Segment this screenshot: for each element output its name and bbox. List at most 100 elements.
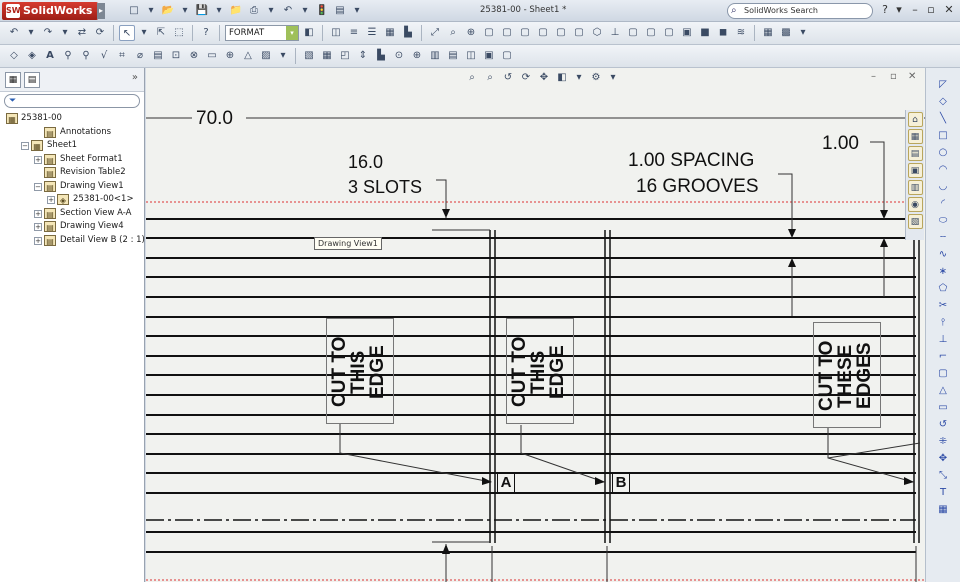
color-display-icon[interactable]: ▙ bbox=[400, 25, 416, 41]
tree-item[interactable]: − ▦ Sheet1 bbox=[0, 139, 144, 153]
weld-symbol-icon[interactable]: ⌗ bbox=[114, 48, 130, 64]
expand-icon[interactable]: + bbox=[47, 196, 55, 204]
tangent-arc-icon[interactable]: ◡ bbox=[936, 180, 950, 194]
print-icon[interactable]: ⎙ bbox=[246, 3, 262, 19]
view-right-icon[interactable]: ▢ bbox=[535, 25, 551, 41]
rebuild-icon[interactable]: 🚦 bbox=[314, 3, 330, 19]
dropdown-icon[interactable]: ▾ bbox=[796, 25, 810, 41]
smart-dimension-icon[interactable]: ⤢ bbox=[427, 25, 443, 41]
restore-icon[interactable]: ▫ bbox=[924, 3, 938, 16]
display-hidden-icon[interactable]: ▣ bbox=[679, 25, 695, 41]
table-icon[interactable]: ▦ bbox=[760, 25, 776, 41]
pattern-icon[interactable]: ⁜ bbox=[936, 435, 950, 449]
display-shaded-icon[interactable]: ■ bbox=[697, 25, 713, 41]
display-relations-icon[interactable]: ▭ bbox=[936, 401, 950, 415]
dropdown-icon[interactable]: ▾ bbox=[137, 25, 151, 41]
section-view-icon[interactable]: ⇕ bbox=[355, 48, 371, 64]
new-document-icon[interactable]: □ bbox=[126, 3, 142, 19]
dim-spacing[interactable]: 1.00 SPACING bbox=[628, 150, 754, 172]
broken-view-icon[interactable]: ▥ bbox=[427, 48, 443, 64]
tree-item[interactable]: ▤ Annotations bbox=[0, 126, 144, 140]
three-point-arc-icon[interactable]: ◜ bbox=[936, 197, 950, 211]
expand-icon[interactable]: + bbox=[34, 155, 42, 164]
datum-target-icon[interactable]: ⊗ bbox=[186, 48, 202, 64]
undo-icon[interactable]: ↶ bbox=[6, 25, 22, 41]
add-relation-icon[interactable]: △ bbox=[936, 384, 950, 398]
dropdown-icon[interactable]: ▾ bbox=[24, 25, 38, 41]
view-normal-icon[interactable]: ⊥ bbox=[607, 25, 623, 41]
expand-panel-icon[interactable]: » bbox=[132, 72, 138, 83]
drawing-canvas[interactable]: ⌕ ⌕ ↺ ⟳ ✥ ◧ ▾ ⚙ ▾ – ▫ ✕ 70.0 16.0 3 SLOT… bbox=[146, 68, 925, 582]
help-icon[interactable]: ? bbox=[878, 3, 892, 16]
dropdown-icon[interactable]: ▾ bbox=[144, 3, 158, 19]
open-file-icon[interactable]: 📁 bbox=[228, 3, 244, 19]
dropdown-icon[interactable]: ▾ bbox=[298, 3, 312, 19]
balloon-icon[interactable]: ⚲ bbox=[60, 48, 76, 64]
dim-right-1[interactable]: 1.00 bbox=[822, 133, 859, 155]
select-other-icon[interactable]: ⇱ bbox=[153, 25, 169, 41]
view-dimetric-icon[interactable]: ▢ bbox=[643, 25, 659, 41]
dropdown-icon[interactable]: ▾ bbox=[276, 48, 290, 64]
dim-grooves[interactable]: 16 GROOVES bbox=[636, 176, 759, 198]
block-insert-icon[interactable]: ▦ bbox=[936, 503, 950, 517]
menu-arrow-icon[interactable]: ▸ bbox=[97, 3, 105, 19]
minimize-icon[interactable]: – bbox=[908, 3, 922, 16]
repair-sketch-icon[interactable]: ↺ bbox=[936, 418, 950, 432]
mirror-icon[interactable]: ⊥ bbox=[936, 333, 950, 347]
view-back-icon[interactable]: ▢ bbox=[499, 25, 515, 41]
polygon-icon[interactable]: ⬠ bbox=[936, 282, 950, 296]
detail-view-icon[interactable]: ⊙ bbox=[391, 48, 407, 64]
offset-icon[interactable]: ⫯ bbox=[936, 316, 950, 330]
centerline-icon[interactable]: ┄ bbox=[936, 231, 950, 245]
options-icon[interactable]: ▤ bbox=[332, 3, 348, 19]
tree-item[interactable]: + ▤ Detail View B (2 : 1) bbox=[0, 234, 145, 248]
expand-icon[interactable]: + bbox=[34, 223, 42, 231]
alternate-position-icon[interactable]: ◫ bbox=[463, 48, 479, 64]
cut-note-1[interactable]: CUT TO THIS EDGE bbox=[326, 318, 394, 424]
dim-slots-16[interactable]: 16.0 bbox=[348, 152, 383, 173]
box-select-icon[interactable]: ⬚ bbox=[171, 25, 187, 41]
tree-item[interactable]: + ▤ Sheet Format1 bbox=[0, 153, 144, 167]
tree-root[interactable]: ▦ 25381-00 bbox=[0, 112, 144, 126]
zoom-fit-icon[interactable]: ⌕ bbox=[445, 25, 461, 41]
predefined-view-icon[interactable]: ▣ bbox=[481, 48, 497, 64]
hole-callout-icon[interactable]: ⌀ bbox=[132, 48, 148, 64]
tree-item[interactable]: + ▤ Drawing View4 bbox=[0, 220, 144, 234]
fillet-icon[interactable]: ⌐ bbox=[936, 350, 950, 364]
format-dropdown-icon[interactable]: ▾ bbox=[286, 26, 298, 40]
projected-view-icon[interactable]: ▦ bbox=[319, 48, 335, 64]
tree-item[interactable]: + ▤ Section View A-A bbox=[0, 207, 144, 221]
close-icon[interactable]: ✕ bbox=[942, 3, 956, 16]
surface-finish-icon[interactable]: √ bbox=[96, 48, 112, 64]
home-icon[interactable]: ⌂ bbox=[907, 112, 923, 127]
solidworks-menu-button[interactable]: SW SolidWorks bbox=[2, 2, 99, 20]
help-dropdown-icon[interactable]: ▾ bbox=[892, 3, 906, 16]
block-icon[interactable]: ▭ bbox=[204, 48, 220, 64]
smart-dimension-icon[interactable]: ◇ bbox=[6, 48, 22, 64]
undo-icon[interactable]: ↶ bbox=[280, 3, 296, 19]
file-explorer-icon[interactable]: ▣ bbox=[907, 163, 923, 178]
view-left-icon[interactable]: ▢ bbox=[517, 25, 533, 41]
datum-feature-icon[interactable]: ⊡ bbox=[168, 48, 184, 64]
view-top-icon[interactable]: ▢ bbox=[553, 25, 569, 41]
help-question-icon[interactable]: ? bbox=[198, 25, 214, 41]
point-icon[interactable]: ∗ bbox=[936, 265, 950, 279]
auxiliary-view-icon[interactable]: ◰ bbox=[337, 48, 353, 64]
expand-icon[interactable]: + bbox=[34, 236, 42, 245]
hide-show-edges-icon[interactable]: ▦ bbox=[382, 25, 398, 41]
collapse-icon[interactable]: − bbox=[34, 182, 42, 191]
dropdown-icon[interactable]: ▾ bbox=[212, 3, 226, 19]
sketch-icon[interactable]: ◸ bbox=[936, 78, 950, 92]
line-style-icon[interactable]: ☰ bbox=[364, 25, 380, 41]
collapse-icon[interactable]: − bbox=[21, 142, 29, 150]
view-palette-icon[interactable]: ▥ bbox=[907, 180, 923, 195]
layer-format-select[interactable]: FORMAT ▾ bbox=[225, 25, 299, 41]
arc-icon[interactable]: ◠ bbox=[936, 163, 950, 177]
auto-balloon-icon[interactable]: ⚲ bbox=[78, 48, 94, 64]
appearances-icon[interactable]: ◉ bbox=[907, 197, 923, 212]
construction-icon[interactable]: ▢ bbox=[936, 367, 950, 381]
scale-icon[interactable]: ⤡ bbox=[936, 469, 950, 483]
custom-properties-icon[interactable]: ▧ bbox=[907, 214, 923, 229]
rebuild-icon[interactable]: ⇄ bbox=[74, 25, 90, 41]
view-iso-icon[interactable]: ⬡ bbox=[589, 25, 605, 41]
